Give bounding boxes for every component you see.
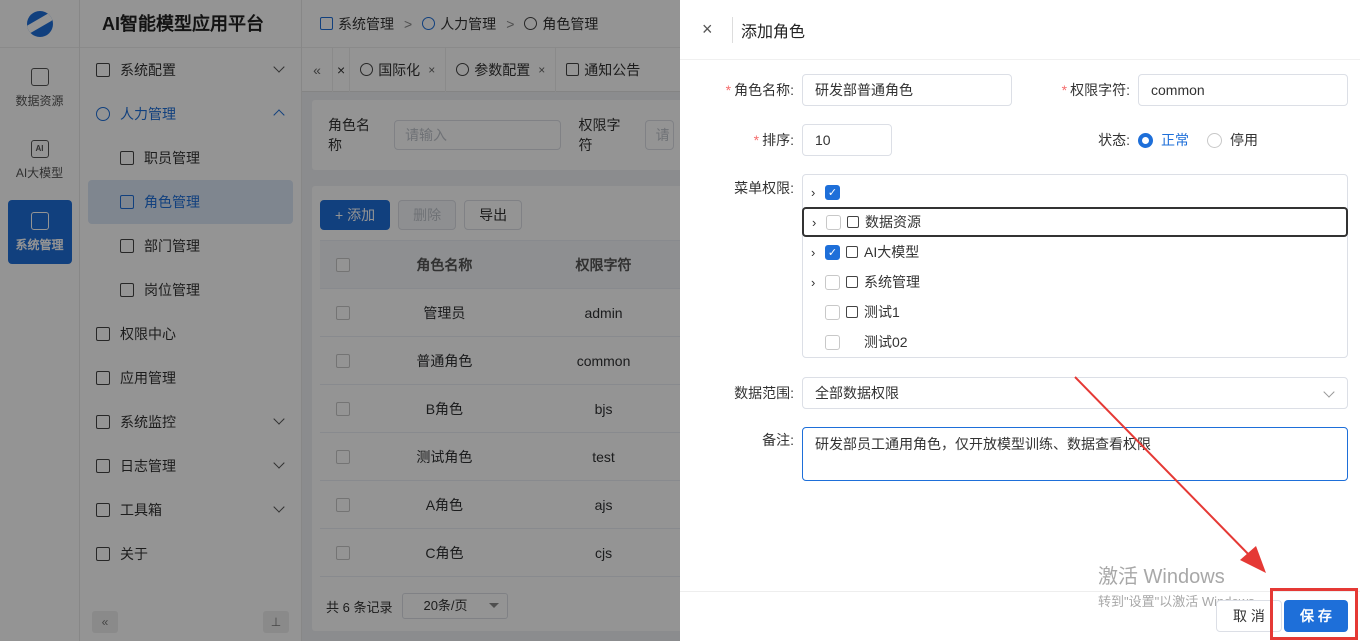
drawer-header: × 添加角色 (680, 0, 1360, 60)
sort-row: * 排序: 10 (720, 124, 892, 156)
tree-checkbox[interactable] (825, 334, 840, 350)
tree-node[interactable]: 测试02 (803, 327, 1347, 357)
chevron-right-icon[interactable]: › (811, 275, 821, 290)
menu-permission-tree: › ✓ › 数据资源 › ✓ AI大模型 › 系统管理 测试1 测试02 (802, 174, 1348, 358)
status-disabled-radio[interactable]: 停用 (1207, 130, 1258, 150)
chevron-right-icon[interactable]: › (811, 245, 821, 260)
data-scope-select[interactable]: 全部数据权限 (802, 377, 1348, 409)
close-icon[interactable]: × (702, 19, 730, 40)
radio-label: 停用 (1230, 132, 1258, 148)
system-manage-icon (846, 276, 858, 288)
tree-node[interactable]: › ✓ (803, 177, 1347, 207)
tree-checkbox[interactable]: ✓ (825, 184, 840, 200)
tree-checkbox[interactable] (826, 214, 841, 230)
radio-label: 正常 (1161, 132, 1189, 148)
file-icon (846, 306, 858, 318)
sort-label: * 排序: (720, 130, 794, 150)
menu-perm-row: 菜单权限: (720, 178, 794, 198)
sort-input[interactable]: 10 (802, 124, 892, 156)
header-divider (732, 16, 733, 43)
modal-mask[interactable] (0, 0, 680, 641)
scope-label: 数据范围: (734, 385, 794, 401)
chevron-right-icon[interactable]: › (812, 215, 822, 230)
required-mark: * (725, 82, 732, 98)
tree-checkbox[interactable]: ✓ (825, 244, 840, 260)
chevron-right-icon[interactable]: › (811, 185, 821, 200)
annotation-highlight-box (1270, 588, 1358, 640)
tree-node-label: 测试1 (864, 304, 900, 320)
drawer-title: 添加角色 (741, 23, 806, 41)
add-role-drawer: × 添加角色 * 角色名称: 研发部普通角色 * 权限字符: common * 排序:… (680, 0, 1360, 641)
radio-dot[interactable] (1138, 132, 1153, 148)
status-row: 状态: 正常 停用 (1056, 124, 1276, 156)
tree-node[interactable]: › 系统管理 (803, 267, 1347, 297)
tree-node[interactable]: › ✓ AI大模型 (803, 237, 1347, 267)
tree-node-label: AI大模型 (864, 244, 920, 260)
ai-model-icon (846, 246, 858, 258)
perm-label: * 权限字符: (1056, 80, 1130, 100)
perm-row: * 权限字符: common (1056, 74, 1348, 106)
status-label: 状态: (1098, 132, 1130, 148)
remark-row: 备注: (720, 430, 794, 450)
role-name-label: * 角色名称: (720, 80, 794, 100)
remark-label: 备注: (762, 432, 794, 448)
role-name-row: * 角色名称: 研发部普通角色 (720, 74, 1012, 106)
label-text: 角色名称: (734, 82, 794, 98)
scope-row: 数据范围: 全部数据权限 (720, 377, 1348, 409)
label-text: 权限字符: (1070, 82, 1130, 98)
label-text: 排序: (762, 132, 794, 148)
drawer-footer: 取 消 保 存 (680, 591, 1360, 641)
tree-node-label: 数据资源 (865, 214, 921, 230)
remark-textarea[interactable]: 研发部员工通用角色，仅开放模型训练、数据查看权限 (802, 427, 1348, 481)
tree-checkbox[interactable] (825, 274, 840, 290)
radio-dot[interactable] (1207, 132, 1222, 148)
menu-perm-label: 菜单权限: (734, 180, 794, 196)
data-resource-icon (847, 216, 859, 228)
tree-node-label: 系统管理 (864, 274, 920, 290)
status-normal-radio[interactable]: 正常 (1138, 130, 1189, 150)
perm-input[interactable]: common (1138, 74, 1348, 106)
tree-checkbox[interactable] (825, 304, 840, 320)
watermark-line1: 激活 Windows (1098, 566, 1225, 588)
role-name-input[interactable]: 研发部普通角色 (802, 74, 1012, 106)
tree-node[interactable]: 测试1 (803, 297, 1347, 327)
tree-node-label: 测试02 (864, 334, 908, 350)
required-mark: * (1061, 82, 1068, 98)
tree-node[interactable]: › 数据资源 (802, 207, 1348, 237)
required-mark: * (753, 132, 760, 148)
